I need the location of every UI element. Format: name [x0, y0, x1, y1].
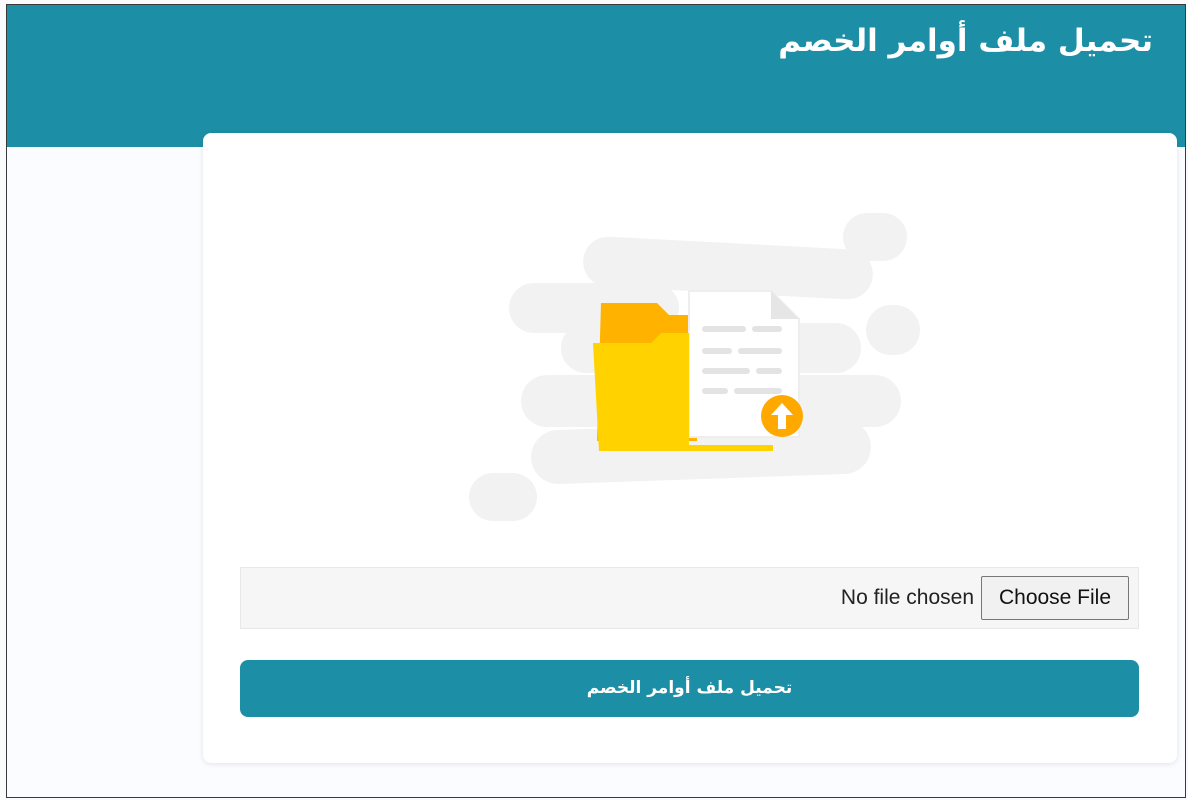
page-title: تحميل ملف أوامر الخصم: [778, 23, 1153, 59]
folder-upload-illustration: [461, 203, 921, 523]
folder-upload-graphic: [469, 213, 920, 521]
app-window: تحميل ملف أوامر الخصم No file chosen Cho…: [6, 4, 1186, 798]
file-input[interactable]: No file chosen Choose File: [240, 567, 1139, 629]
upload-arrow-icon: [761, 395, 803, 437]
file-status-text: No file chosen: [840, 586, 974, 609]
header-banner: تحميل ملف أوامر الخصم: [7, 5, 1185, 147]
choose-file-button[interactable]: Choose File: [981, 576, 1129, 620]
upload-card: No file chosen Choose File تحميل ملف أوا…: [203, 133, 1177, 763]
upload-submit-button[interactable]: تحميل ملف أوامر الخصم: [240, 660, 1139, 717]
